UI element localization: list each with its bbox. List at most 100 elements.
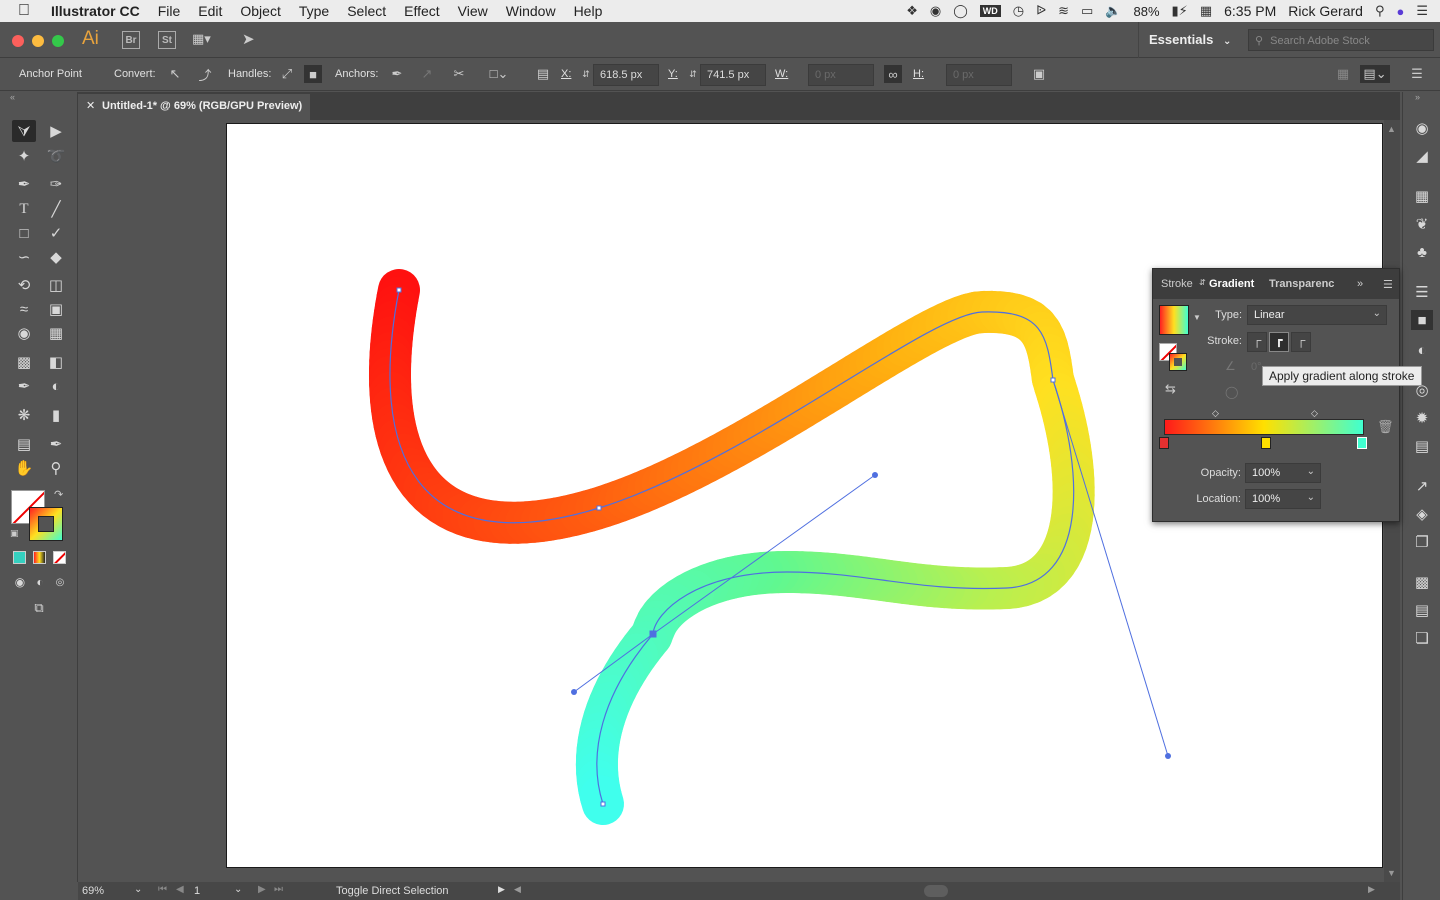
close-window-button[interactable] xyxy=(12,35,24,47)
gpu-performance-icon[interactable]: ➤ xyxy=(242,30,255,48)
collapse-tools-icon[interactable]: « xyxy=(10,92,15,102)
menu-window[interactable]: Window xyxy=(497,3,565,19)
draw-inside-icon[interactable]: ◎ xyxy=(48,571,72,593)
align-icon[interactable]: ▤ xyxy=(534,65,552,83)
none-mode-button[interactable] xyxy=(53,551,66,564)
scroll-down-arrow-icon[interactable]: ▼ xyxy=(1387,868,1396,878)
gradient-stroke-path[interactable] xyxy=(368,269,1095,825)
symbols-panel-icon[interactable]: ♣ xyxy=(1411,242,1433,262)
x-field[interactable]: 618.5 px xyxy=(593,64,659,86)
arrange-icon[interactable]: ▦ xyxy=(1334,65,1352,83)
minimize-window-button[interactable] xyxy=(32,35,44,47)
menu-effect[interactable]: Effect xyxy=(395,3,449,19)
dropbox-icon[interactable]: ❖ xyxy=(906,3,918,19)
handle-point[interactable] xyxy=(1165,753,1171,759)
time-machine-icon[interactable]: ◷ xyxy=(1013,3,1024,19)
document-tab[interactable]: ✕ Untitled-1* @ 69% (RGB/GPU Preview) xyxy=(78,94,310,120)
slice-tool[interactable]: ✒ xyxy=(44,433,68,455)
swatches-panel-icon[interactable]: ▦ xyxy=(1411,186,1433,206)
horizontal-scrollbar[interactable]: ◀ ▶ xyxy=(514,884,1378,898)
airplay-icon[interactable]: ▭ xyxy=(1081,3,1093,19)
brushes-panel-icon[interactable]: ❦ xyxy=(1411,214,1433,234)
zoom-field[interactable]: 69% xyxy=(82,885,130,897)
transform-icon[interactable]: ▣ xyxy=(1030,65,1048,83)
location-field[interactable]: 100% ⌄ xyxy=(1245,489,1321,509)
h-field[interactable]: 0 px xyxy=(946,64,1012,86)
anchor-point-selected[interactable] xyxy=(649,630,657,638)
hand-tool[interactable]: ✋ xyxy=(12,457,36,479)
gradient-panel-icon[interactable]: ■ xyxy=(1411,310,1433,330)
apply-within-stroke-button[interactable]: ┌ xyxy=(1247,332,1267,352)
zoom-dropdown-icon[interactable]: ⌄ xyxy=(134,884,142,895)
handle-point[interactable] xyxy=(571,689,577,695)
pathfinder-panel-icon[interactable]: ❏ xyxy=(1411,628,1433,648)
screen-mode-icon[interactable]: ⧉ xyxy=(27,597,51,619)
gradient-tool[interactable]: ◧ xyxy=(44,351,68,373)
artboard-dropdown-icon[interactable]: ⌄ xyxy=(234,884,242,895)
apple-icon[interactable]:  xyxy=(0,2,39,20)
scroll-left-arrow-icon[interactable]: ◀ xyxy=(514,884,521,895)
transform-panel-icon[interactable]: ▩ xyxy=(1411,572,1433,592)
default-fill-stroke-icon[interactable]: ▣ xyxy=(10,528,19,539)
panel-menu-icon[interactable]: ☰ xyxy=(1383,278,1393,291)
status-text[interactable]: Toggle Direct Selection xyxy=(336,885,449,897)
wifi-icon[interactable]: ≋ xyxy=(1058,3,1069,19)
align-panel-icon[interactable]: ▤ xyxy=(1411,600,1433,620)
color-stop[interactable] xyxy=(1159,437,1169,449)
menu-view[interactable]: View xyxy=(449,3,497,19)
asset-export-icon[interactable]: ▤ xyxy=(1411,436,1433,456)
color-stop[interactable] xyxy=(1261,437,1271,449)
artboards-panel-icon[interactable]: ❐ xyxy=(1411,532,1433,552)
show-handles-icon[interactable]: ⤢ xyxy=(278,65,296,83)
handle-point[interactable] xyxy=(872,472,878,478)
artboard-tool[interactable]: ▤ xyxy=(12,433,36,455)
close-tab-icon[interactable]: ✕ xyxy=(86,99,95,112)
control-menu-icon[interactable]: ☰ xyxy=(1408,65,1426,83)
stock-search-input[interactable]: ⚲ Search Adobe Stock xyxy=(1248,29,1434,51)
menu-object[interactable]: Object xyxy=(231,3,289,19)
apply-along-stroke-button[interactable]: ┏ xyxy=(1269,332,1289,352)
align-options-icon[interactable]: ▤⌄ xyxy=(1360,65,1390,83)
anchor-point[interactable] xyxy=(396,287,402,293)
stroke-swatch-gradient[interactable] xyxy=(29,507,63,541)
rotate-tool[interactable]: ⟲ xyxy=(12,274,36,296)
connect-endpoints-icon[interactable]: ↗ xyxy=(418,65,436,83)
layers-panel-icon[interactable]: ◈ xyxy=(1411,504,1433,524)
lasso-tool[interactable]: ➰ xyxy=(44,145,68,167)
anchor-point[interactable] xyxy=(600,801,606,807)
mesh-tool[interactable]: ▩ xyxy=(12,351,36,373)
collapse-panel-icon[interactable]: » xyxy=(1357,278,1363,290)
curvature-tool[interactable]: ✑ xyxy=(44,173,68,195)
previous-artboard-icon[interactable]: ◀ xyxy=(176,884,184,895)
app-menu[interactable]: Illustrator CC xyxy=(39,3,149,19)
swap-fill-stroke-icon[interactable]: ↷ xyxy=(54,488,63,501)
delete-stop-icon[interactable]: 🗑 xyxy=(1377,419,1394,435)
convert-to-smooth-icon[interactable]: ⤴ xyxy=(196,65,214,83)
eraser-tool[interactable]: ◆ xyxy=(44,246,68,268)
menu-file[interactable]: File xyxy=(149,3,190,19)
horizontal-scroll-thumb[interactable] xyxy=(924,885,948,897)
arrange-documents-icon[interactable]: ▦▾ xyxy=(192,31,211,47)
tab-transparency[interactable]: Transparenc xyxy=(1269,278,1334,290)
graphic-styles-icon[interactable]: ✹ xyxy=(1411,408,1433,428)
battery-percent[interactable]: 88% xyxy=(1134,4,1160,19)
flag-icon[interactable]: ▦ xyxy=(1200,3,1212,19)
hide-handles-icon[interactable]: ■ xyxy=(304,65,322,83)
selection-tool[interactable]: ⮛ xyxy=(12,120,36,142)
menu-select[interactable]: Select xyxy=(338,3,395,19)
y-field[interactable]: 741.5 px xyxy=(700,64,766,86)
tab-stroke[interactable]: Stroke xyxy=(1161,278,1193,290)
gradient-midpoint-diamond[interactable]: ◇ xyxy=(1212,408,1219,419)
disk-icon[interactable]: ◯ xyxy=(953,3,968,19)
color-stop-selected[interactable] xyxy=(1357,437,1367,449)
shape-builder-tool[interactable]: ◉ xyxy=(12,322,36,344)
stroke-panel-icon[interactable]: ☰ xyxy=(1411,282,1433,302)
menu-type[interactable]: Type xyxy=(290,3,338,19)
clock[interactable]: 6:35 PM xyxy=(1224,3,1276,19)
scale-tool[interactable]: ◫ xyxy=(44,274,68,296)
type-tool[interactable]: T xyxy=(12,198,36,220)
gradient-thumbnail[interactable] xyxy=(1159,305,1189,335)
eyedropper-tool[interactable]: ✒ xyxy=(12,375,36,397)
bluetooth-icon[interactable]: ᐉ xyxy=(1036,3,1046,19)
color-panel-icon[interactable]: ◉ xyxy=(1411,118,1433,138)
